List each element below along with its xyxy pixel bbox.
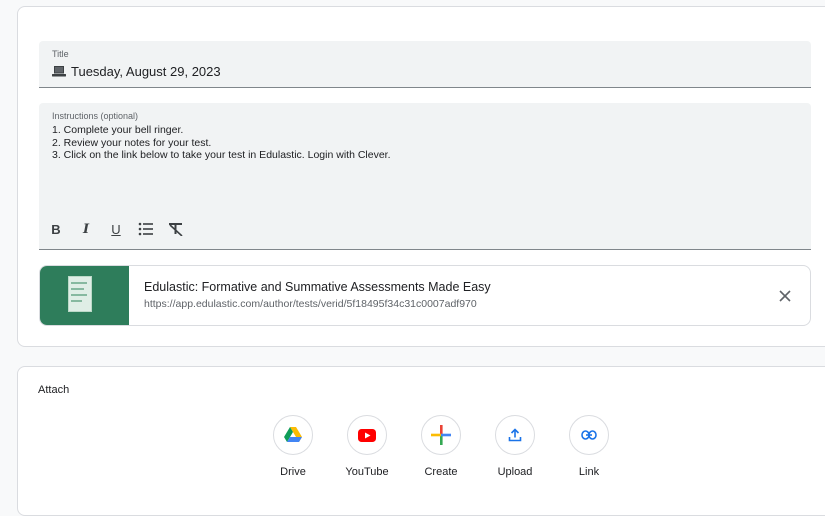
remove-attachment-button[interactable] [776,287,794,305]
google-drive-icon [284,427,302,442]
link-attachment-card[interactable]: Edulastic: Formative and Summative Asses… [39,265,811,326]
instructions-text[interactable]: 1. Complete your bell ringer. 2. Review … [52,124,391,162]
attach-create-button[interactable]: Create [404,415,478,478]
youtube-icon [358,428,376,442]
bulleted-list-button[interactable] [138,221,154,237]
bold-button[interactable]: B [48,221,64,237]
attach-drive-circle[interactable] [273,415,313,455]
attach-options: Drive YouTube Create Upload Link [256,415,626,478]
title-text: Tuesday, August 29, 2023 [71,64,221,79]
underline-button[interactable]: U [108,221,124,237]
attach-drive-label: Drive [280,466,306,478]
clear-formatting-icon [169,223,183,236]
attach-upload-button[interactable]: Upload [478,415,552,478]
title-field-value[interactable]: Tuesday, August 29, 2023 [52,64,221,79]
attach-youtube-label: YouTube [345,466,389,478]
attach-card: Attach Drive YouTube Create Upload Link [17,366,825,516]
formatting-toolbar: B I U [48,221,184,237]
attach-link-label: Link [578,466,600,478]
title-field-label: Title [52,49,69,59]
close-icon [779,290,791,302]
attach-link-button[interactable]: Link [552,415,626,478]
italic-button[interactable]: I [78,221,94,237]
bulleted-list-icon [138,222,153,236]
instruction-line: 3. Click on the link below to take your … [52,149,391,161]
attach-link-circle[interactable] [569,415,609,455]
create-plus-icon [431,425,451,445]
link-thumbnail [40,266,129,325]
attach-youtube-button[interactable]: YouTube [330,415,404,478]
title-field[interactable]: Title Tuesday, August 29, 2023 [39,41,811,88]
attach-create-label: Create [424,466,458,478]
clear-formatting-button[interactable] [168,221,184,237]
upload-icon [508,428,522,442]
attach-heading: Attach [38,384,70,396]
instruction-line: 2. Review your notes for your test. [52,136,212,149]
attach-create-circle[interactable] [421,415,461,455]
link-url: https://app.edulastic.com/author/tests/v… [144,298,477,310]
instruction-line: 1. Complete your bell ringer. [52,124,184,136]
attach-youtube-circle[interactable] [347,415,387,455]
attach-drive-button[interactable]: Drive [256,415,330,478]
instructions-field-label: Instructions (optional) [52,111,139,121]
link-icon [581,430,597,440]
instructions-field[interactable]: Instructions (optional) 1. Complete your… [39,103,811,250]
link-title[interactable]: Edulastic: Formative and Summative Asses… [144,280,491,294]
attach-upload-circle[interactable] [495,415,535,455]
laptop-icon [52,66,66,77]
attach-upload-label: Upload [497,466,533,478]
